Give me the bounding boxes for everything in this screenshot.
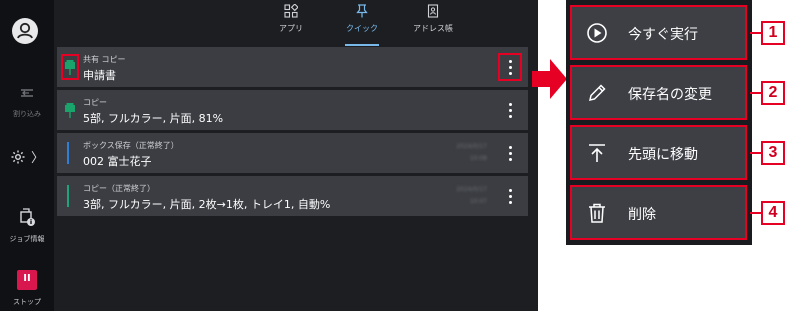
settings-button[interactable]: 〉: [0, 146, 54, 166]
more-menu-icon[interactable]: [498, 53, 522, 81]
pencil-icon: [589, 84, 606, 101]
rename-button[interactable]: 保存名の変更: [570, 65, 747, 120]
play-icon: [587, 23, 607, 43]
device-screen: 割り込み 〉 ジョブ情報 II ストップ アプリ クイック アドレス帳 共有 コ…: [0, 0, 538, 311]
delete-label: 削除: [628, 207, 656, 223]
tab-quick-label: クイック: [346, 24, 378, 33]
list-item[interactable]: コピー（正常終了） 3部, フルカラー, 片面, 2枚→1枚, トレイ1, 自動…: [57, 176, 528, 216]
arrow-right-icon: [532, 59, 567, 99]
run-now-label: 今すぐ実行: [628, 27, 698, 43]
job-detail: 5部, フルカラー, 片面, 81%: [83, 112, 224, 125]
trash-icon: [589, 203, 605, 223]
list-item[interactable]: ボックス保存（正常終了） 002 富士花子 2024/0/17 10:08: [57, 133, 528, 173]
job-detail: 申請書: [83, 69, 116, 82]
interrupt-button[interactable]: 割り込み: [0, 84, 54, 119]
interrupt-label: 割り込み: [13, 110, 41, 118]
apps-icon: [284, 3, 299, 18]
stage: 割り込み 〉 ジョブ情報 II ストップ アプリ クイック アドレス帳 共有 コ…: [0, 0, 800, 311]
job-title: 共有 コピー: [83, 55, 126, 64]
job-detail: 3部, フルカラー, 片面, 2枚→1枚, トレイ1, 自動%: [83, 198, 331, 211]
job-type-indicator: [67, 185, 69, 207]
sidebar: 割り込み 〉 ジョブ情報 II ストップ: [0, 0, 54, 311]
job-title: コピー: [83, 98, 107, 107]
pin-icon: [356, 4, 368, 18]
move-to-top-button[interactable]: 先頭に移動: [570, 125, 747, 180]
tab-apps[interactable]: アプリ: [256, 3, 326, 34]
tab-apps-label: アプリ: [279, 24, 303, 33]
interrupt-icon: [21, 89, 33, 97]
list-item[interactable]: 共有 コピー 申請書: [57, 47, 528, 87]
stop-icon: II: [17, 270, 37, 290]
tab-address-book-label: アドレス帳: [413, 24, 453, 33]
job-timestamp: 2024/0/17 10:07: [456, 186, 487, 205]
tab-quick[interactable]: クイック: [327, 4, 397, 46]
gear-icon: [11, 150, 25, 163]
job-type-indicator: [67, 142, 69, 164]
callout-number-4: 4: [761, 201, 785, 225]
chevron-right-icon: 〉: [31, 151, 45, 166]
more-menu-icon[interactable]: [500, 184, 520, 208]
stop-label: ストップ: [13, 298, 41, 306]
more-menu-icon[interactable]: [500, 98, 520, 122]
job-detail: 002 富士花子: [83, 155, 152, 168]
job-title: コピー（正常終了）: [83, 184, 155, 193]
run-now-button[interactable]: 今すぐ実行: [570, 5, 747, 60]
address-book-icon: [427, 4, 439, 18]
stop-button[interactable]: II ストップ: [0, 270, 54, 307]
main-panel: アプリ クイック アドレス帳 共有 コピー 申請書 コピー 5部, フルカラー,…: [54, 0, 538, 311]
callout-number-1: 1: [761, 21, 785, 45]
tab-address-book[interactable]: アドレス帳: [398, 4, 468, 34]
job-timestamp: 2024/0/17 10:08: [456, 143, 487, 162]
move-to-top-label: 先頭に移動: [628, 147, 698, 163]
job-title: ボックス保存（正常終了）: [83, 141, 179, 150]
job-info-icon: [20, 208, 35, 226]
user-avatar-icon[interactable]: [12, 18, 38, 44]
more-menu-icon[interactable]: [500, 141, 520, 165]
job-info-label: ジョブ情報: [9, 235, 45, 243]
tab-bar: アプリ クイック アドレス帳: [54, 0, 538, 46]
rename-label: 保存名の変更: [628, 87, 712, 103]
delete-button[interactable]: 削除: [570, 185, 747, 240]
move-to-top-icon: [589, 144, 605, 162]
job-info-button[interactable]: ジョブ情報: [0, 207, 54, 244]
callout-number-2: 2: [761, 81, 785, 105]
context-menu: 今すぐ実行 保存名の変更 先頭に移動 削除: [566, 0, 752, 245]
callout-number-3: 3: [761, 141, 785, 165]
pin-icon: [61, 54, 79, 80]
list-item[interactable]: コピー 5部, フルカラー, 片面, 81%: [57, 90, 528, 130]
pin-icon: [63, 99, 77, 121]
